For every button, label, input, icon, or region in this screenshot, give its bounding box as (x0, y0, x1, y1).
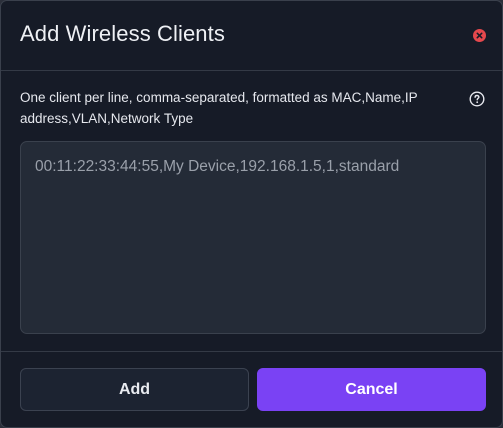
instructions-text: One client per line, comma-separated, fo… (20, 90, 418, 126)
footer-divider (1, 351, 502, 352)
add-wireless-clients-dialog: Add Wireless Clients One client per line… (0, 0, 503, 428)
dialog-header: Add Wireless Clients (1, 1, 502, 71)
add-button[interactable]: Add (20, 368, 249, 411)
clients-textarea[interactable] (20, 141, 486, 334)
cancel-button[interactable]: Cancel (257, 368, 486, 411)
help-icon[interactable] (469, 91, 485, 107)
dialog-title: Add Wireless Clients (20, 21, 225, 46)
close-icon[interactable] (473, 29, 486, 42)
